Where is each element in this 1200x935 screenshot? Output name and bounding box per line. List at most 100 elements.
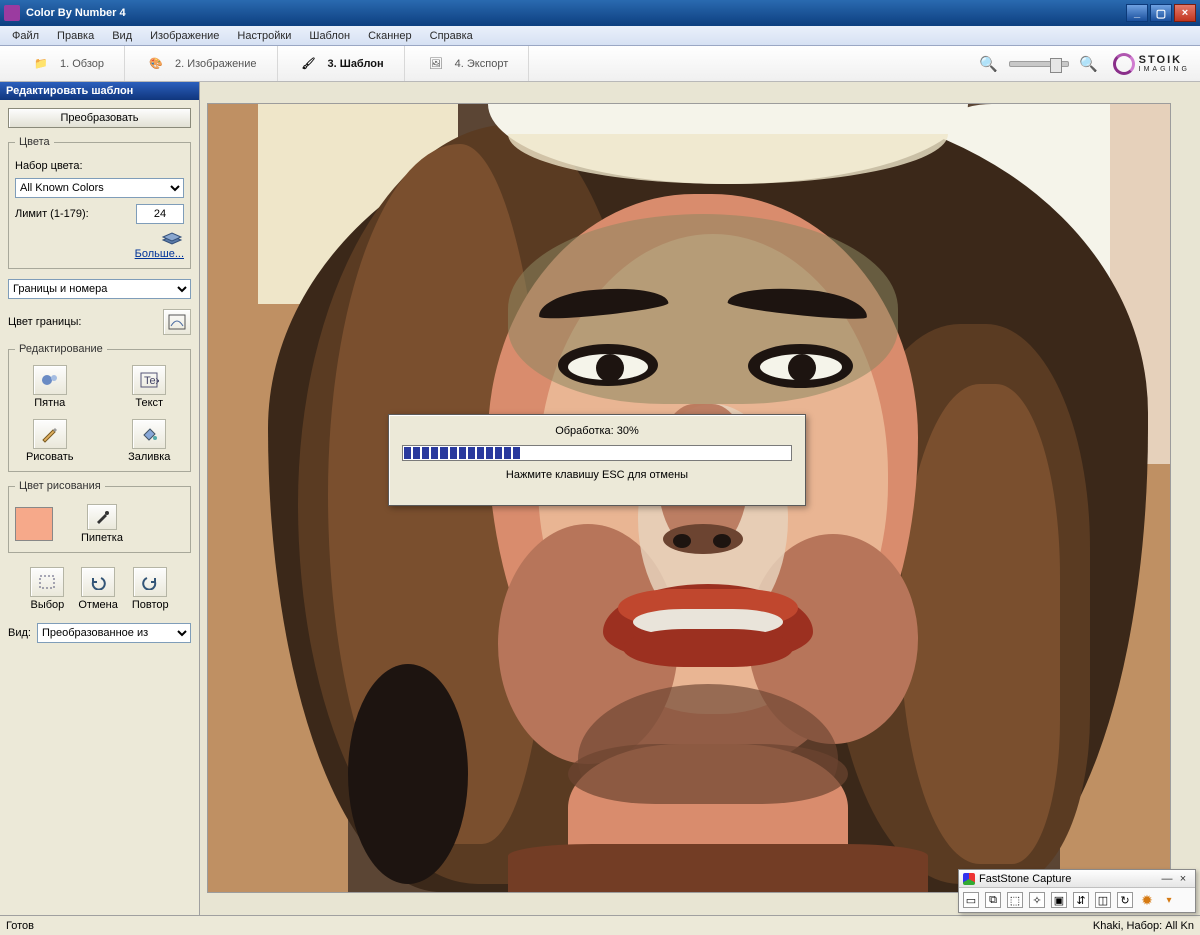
- editing-group: Редактирование Пятна Text Текст Рисовать: [8, 343, 191, 472]
- tool-text[interactable]: Text: [132, 365, 166, 395]
- title-bar: Color By Number 4 _ ▢ ×: [0, 0, 1200, 26]
- draw-color-legend: Цвет рисования: [15, 480, 105, 492]
- limit-spinner[interactable]: [136, 204, 184, 224]
- select-icon: [38, 574, 56, 590]
- brush-icon: 🖌: [298, 53, 320, 75]
- zoom-out-icon[interactable]: 🔍: [979, 54, 999, 74]
- color-set-combo[interactable]: All Known Colors: [15, 178, 184, 198]
- sidebar-header: Редактировать шаблон: [0, 82, 199, 100]
- menu-help[interactable]: Справка: [422, 28, 481, 44]
- view-combo[interactable]: Преобразованное из: [37, 623, 191, 643]
- color-picker-icon: [168, 314, 186, 330]
- maximize-button[interactable]: ▢: [1150, 4, 1172, 22]
- tool-spots[interactable]: [33, 365, 67, 395]
- progress-dialog: Обработка: 30% Нажмите клавишу ESC для о…: [388, 414, 806, 506]
- menu-scanner[interactable]: Сканнер: [360, 28, 420, 44]
- step-label: 1. Обзор: [60, 58, 104, 70]
- progress-fill: [404, 447, 520, 459]
- step-export[interactable]: 🖼 4. Экспорт: [405, 46, 530, 81]
- output-menu-icon[interactable]: ▾: [1161, 892, 1177, 908]
- select-label: Выбор: [30, 599, 64, 611]
- more-link[interactable]: Больше...: [135, 248, 184, 260]
- swirl-icon: [1113, 53, 1135, 75]
- step-label: 4. Экспорт: [455, 58, 509, 70]
- minimize-button[interactable]: _: [1126, 4, 1148, 22]
- tool-label: Заливка: [128, 451, 170, 463]
- tool-label: Пятна: [34, 397, 65, 409]
- pencil-icon: [40, 425, 60, 443]
- menu-settings[interactable]: Настройки: [229, 28, 299, 44]
- tool-draw[interactable]: [33, 419, 67, 449]
- folder-icon: 📁: [30, 53, 52, 75]
- undo-icon: [89, 574, 107, 590]
- step-label: 3. Шаблон: [328, 58, 384, 70]
- step-image[interactable]: 🎨 2. Изображение: [125, 46, 278, 81]
- menu-image[interactable]: Изображение: [142, 28, 227, 44]
- editing-legend: Редактирование: [15, 343, 107, 355]
- capture-scroll-icon[interactable]: ⇵: [1073, 892, 1089, 908]
- view-label: Вид:: [8, 627, 31, 639]
- border-color-button[interactable]: [163, 309, 191, 335]
- tool-fill[interactable]: [132, 419, 166, 449]
- capture-rect-icon[interactable]: ⬚: [1007, 892, 1023, 908]
- zoom-control: 🔍 🔍: [979, 54, 1099, 74]
- svg-text:Text: Text: [144, 375, 159, 387]
- undo-button[interactable]: [81, 567, 115, 597]
- logo-brand: STOIK: [1139, 54, 1182, 66]
- sidebar: Редактировать шаблон Преобразовать Цвета…: [0, 82, 200, 915]
- menu-file[interactable]: Файл: [4, 28, 47, 44]
- zoom-in-icon[interactable]: 🔍: [1079, 54, 1099, 74]
- menu-edit[interactable]: Правка: [49, 28, 102, 44]
- border-color-label: Цвет границы:: [8, 316, 81, 328]
- faststone-minimize[interactable]: —: [1159, 872, 1175, 886]
- step-toolbar: 📁 1. Обзор 🎨 2. Изображение 🖌 3. Шаблон …: [0, 46, 1200, 82]
- capture-window-icon[interactable]: ▭: [963, 892, 979, 908]
- tool-label: Рисовать: [26, 451, 74, 463]
- pipette-label: Пипетка: [81, 532, 123, 544]
- faststone-close[interactable]: ×: [1175, 872, 1191, 886]
- select-button[interactable]: [30, 567, 64, 597]
- progress-hint: Нажмите клавишу ESC для отмены: [506, 469, 688, 481]
- color-set-label: Набор цвета:: [15, 160, 83, 172]
- undo-label: Отмена: [78, 599, 117, 611]
- menu-template[interactable]: Шаблон: [301, 28, 358, 44]
- tool-label: Текст: [135, 397, 163, 409]
- text-icon: Text: [139, 371, 159, 389]
- close-button[interactable]: ×: [1174, 4, 1196, 22]
- step-template[interactable]: 🖌 3. Шаблон: [278, 46, 405, 81]
- spots-icon: [40, 371, 60, 389]
- capture-fixed-icon[interactable]: ◫: [1095, 892, 1111, 908]
- canvas-area: Обработка: 30% Нажмите клавишу ESC для о…: [200, 82, 1200, 915]
- bucket-icon: [139, 425, 159, 443]
- redo-icon: [141, 574, 159, 590]
- pipette-icon: [93, 508, 111, 526]
- step-overview[interactable]: 📁 1. Обзор: [10, 46, 125, 81]
- faststone-toolbar[interactable]: FastStone Capture — × ▭ ⧉ ⬚ ✧ ▣ ⇵ ◫ ↻ ✹ …: [958, 869, 1196, 913]
- zoom-slider[interactable]: [1009, 61, 1069, 67]
- step-label: 2. Изображение: [175, 58, 257, 70]
- progress-label: Обработка: 30%: [555, 425, 639, 437]
- status-bar: Готов Khaki, Набор: All Kn: [0, 915, 1200, 935]
- redo-button[interactable]: [133, 567, 167, 597]
- menu-view[interactable]: Вид: [104, 28, 140, 44]
- status-left: Готов: [6, 920, 34, 932]
- stack-icon: [160, 230, 184, 246]
- faststone-icon: [963, 873, 975, 885]
- pipette-button[interactable]: [87, 504, 117, 530]
- easel-icon: 🖼: [425, 53, 447, 75]
- status-right: Khaki, Набор: All Kn: [1093, 920, 1194, 932]
- draw-color-swatch[interactable]: [15, 507, 53, 541]
- capture-object-icon[interactable]: ⧉: [985, 892, 1001, 908]
- colors-group: Цвета Набор цвета: All Known Colors Лими…: [8, 136, 191, 269]
- capture-fullscreen-icon[interactable]: ▣: [1051, 892, 1067, 908]
- convert-button[interactable]: Преобразовать: [8, 108, 191, 128]
- capture-repeat-icon[interactable]: ↻: [1117, 892, 1133, 908]
- preview-canvas[interactable]: Обработка: 30% Нажмите клавишу ESC для о…: [208, 104, 1170, 892]
- progress-bar: [402, 445, 792, 461]
- brand-logo: STOIK IMAGING: [1113, 53, 1190, 75]
- menu-bar: Файл Правка Вид Изображение Настройки Ша…: [0, 26, 1200, 46]
- borders-combo[interactable]: Границы и номера: [8, 279, 191, 299]
- capture-freehand-icon[interactable]: ✧: [1029, 892, 1045, 908]
- settings-icon[interactable]: ✹: [1139, 892, 1155, 908]
- colors-legend: Цвета: [15, 136, 54, 148]
